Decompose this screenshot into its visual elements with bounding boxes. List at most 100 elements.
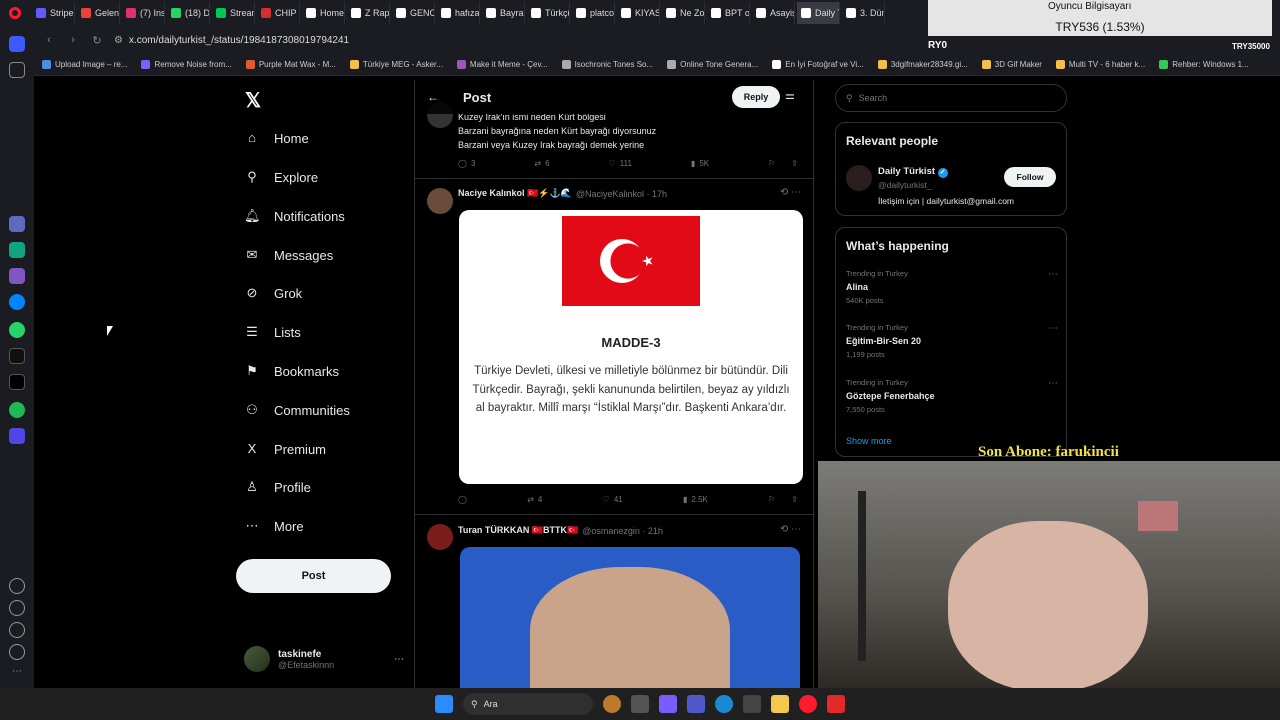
- browser-tab[interactable]: KIYAS H: [617, 2, 660, 24]
- teams-icon[interactable]: [687, 695, 705, 713]
- tweet-more-icon[interactable]: ⟲ ⋯: [780, 187, 801, 198]
- tiktok-icon[interactable]: [9, 348, 25, 364]
- browser-tab[interactable]: Türkçü F: [527, 2, 570, 24]
- repost-action[interactable]: ⇄ 6: [534, 159, 549, 168]
- avatar[interactable]: [846, 165, 872, 191]
- views-action[interactable]: ▮ 2.5K: [683, 495, 708, 504]
- trend-item[interactable]: Trending in Turkey Eğitim-Bir-Sen 20 1,1…: [846, 323, 1058, 359]
- tune-icon[interactable]: ⚌: [785, 89, 795, 102]
- tweet-more-icon[interactable]: ⟲ ⋯: [780, 524, 801, 535]
- bookmark-item[interactable]: Make it Meme - Çev...: [456, 60, 548, 69]
- spotify-icon[interactable]: [9, 402, 25, 418]
- avatar[interactable]: [427, 188, 453, 214]
- trend-item[interactable]: Trending in Turkey Alina 540K posts ⋯: [846, 269, 1058, 305]
- tweet-video[interactable]: [460, 547, 800, 688]
- trend-more-icon[interactable]: ⋯: [1048, 378, 1058, 389]
- bookmark-item[interactable]: Online Tone Genera...: [667, 60, 758, 69]
- search-input[interactable]: Search: [859, 93, 888, 103]
- app-icon[interactable]: [827, 695, 845, 713]
- heart-icon[interactable]: [9, 578, 25, 594]
- bookmark-item[interactable]: Multi TV - 6 haber k...: [1055, 60, 1145, 69]
- trend-more-icon[interactable]: ⋯: [1048, 323, 1058, 334]
- bookmark-item[interactable]: Purple Mat Wax - M...: [245, 60, 336, 69]
- back-icon[interactable]: ‹: [42, 34, 56, 46]
- browser-tab[interactable]: Bayrak N: [482, 2, 525, 24]
- browser-tab[interactable]: 3. Dünya: [842, 2, 885, 24]
- timeline[interactable]: ← Post Reply ⚌ Kuzey Irak'ın ismi neden …: [414, 80, 814, 688]
- views-action[interactable]: ▮ 5K: [691, 159, 709, 168]
- browser-tab[interactable]: Stripe E: [32, 2, 75, 24]
- author-handle[interactable]: @NaciyeKalinkol · 17h: [576, 189, 667, 199]
- aria-icon[interactable]: [9, 216, 25, 232]
- reply-action[interactable]: ◯: [458, 495, 467, 504]
- nav-item-home[interactable]: ⌂ Home: [244, 126, 309, 150]
- account-switcher[interactable]: taskinefe @Efetaskinnn ⋯: [244, 642, 404, 676]
- bulb-icon[interactable]: [9, 644, 25, 660]
- browser-tab[interactable]: GENCO: [392, 2, 435, 24]
- browser-tab[interactable]: (7) Insta: [122, 2, 165, 24]
- bookmark-action[interactable]: ⚐ ⇪: [768, 159, 798, 168]
- history-icon[interactable]: [9, 600, 25, 616]
- browser-tab[interactable]: Z Rapor: [347, 2, 390, 24]
- star-icon[interactable]: [9, 62, 25, 78]
- bookmark-action[interactable]: ⚐ ⇪: [768, 495, 798, 504]
- whatsapp-icon[interactable]: [9, 322, 25, 338]
- store-icon[interactable]: [743, 695, 761, 713]
- browser-tab[interactable]: Stream: [212, 2, 255, 24]
- browser-tab[interactable]: BPT on X: [707, 2, 750, 24]
- browser-tab[interactable]: Gelen K: [77, 2, 120, 24]
- url-field[interactable]: ⚙ x.com/dailyturkist_/status/19841873080…: [114, 35, 349, 46]
- author-name[interactable]: Turan TÜRKKAN 🇹🇷BTTK🇹🇷: [458, 525, 578, 536]
- repost-action[interactable]: ⇄ 4: [527, 495, 542, 504]
- nav-item-grok[interactable]: ⊘ Grok: [244, 281, 303, 305]
- bookmark-item[interactable]: Türkiye MEG - Asker...: [349, 60, 443, 69]
- task-view-icon[interactable]: [631, 695, 649, 713]
- nav-item-notifications[interactable]: 🔔︎ Notifications: [244, 204, 345, 228]
- x-logo-icon[interactable]: 𝕏: [245, 88, 261, 113]
- widget-icon[interactable]: [603, 695, 621, 713]
- taskbar-search[interactable]: ⚲ Ara: [463, 693, 593, 715]
- author-name[interactable]: Naciye Kalınkol 🇹🇷⚡⚓🌊: [458, 188, 572, 199]
- reply-button[interactable]: Reply: [732, 86, 780, 108]
- windows-start-icon[interactable]: [435, 695, 453, 713]
- settings-icon[interactable]: [9, 622, 25, 638]
- nav-item-lists[interactable]: ☰ Lists: [244, 320, 301, 344]
- bookmark-item[interactable]: En İyi Fotoğraf ve Vi...: [772, 60, 864, 69]
- copilot-icon[interactable]: [659, 695, 677, 713]
- nav-item-premium[interactable]: X Premium: [244, 437, 326, 461]
- browser-tab[interactable]: (18) Da: [167, 2, 210, 24]
- reply-action[interactable]: ◯ 3: [458, 159, 475, 168]
- browser-tab[interactable]: CHIP Or: [257, 2, 300, 24]
- nav-item-bookmarks[interactable]: ⚑ Bookmarks: [244, 359, 339, 383]
- bookmark-item[interactable]: Isochronic Tones So...: [561, 60, 653, 69]
- cs-icon[interactable]: [9, 268, 25, 284]
- browser-tab[interactable]: Home /: [302, 2, 345, 24]
- home-icon[interactable]: [9, 36, 25, 52]
- messenger-icon[interactable]: [9, 294, 25, 310]
- post-button[interactable]: Post: [236, 559, 391, 593]
- bookmark-item[interactable]: Rehber: Windows 1...: [1159, 60, 1249, 69]
- search-box[interactable]: ⚲ Search: [835, 84, 1067, 112]
- browser-tab[interactable]: hafıza: [437, 2, 480, 24]
- bookmark-item[interactable]: Upload Image – re...: [42, 60, 127, 69]
- trend-item[interactable]: Trending in Turkey Göztepe Fenerbahçe 7,…: [846, 378, 1058, 414]
- follow-button[interactable]: Follow: [1004, 167, 1056, 187]
- trend-more-icon[interactable]: ⋯: [1048, 269, 1058, 280]
- nav-item-communities[interactable]: ⚇ Communities: [244, 398, 350, 422]
- taskbar-search-input[interactable]: Ara: [484, 699, 498, 709]
- avatar[interactable]: [427, 524, 453, 550]
- share-icon[interactable]: ⇪: [791, 159, 798, 168]
- like-action[interactable]: ♡ 41: [603, 495, 623, 504]
- back-arrow-icon[interactable]: ←: [427, 90, 439, 104]
- browser-tab[interactable]: Asayiş E: [752, 2, 795, 24]
- nav-item-messages[interactable]: ✉ Messages: [244, 243, 334, 267]
- site-info-icon[interactable]: ⚙: [114, 35, 123, 46]
- browser-tab[interactable]: Daily Türkist on: [797, 2, 840, 24]
- tweet-image[interactable]: MADDE-3 Türkiye Devleti, ülkesi ve mille…: [459, 210, 803, 484]
- relevant-name[interactable]: Daily Türkist ✓: [878, 166, 948, 178]
- more-icon[interactable]: ⋯: [9, 666, 25, 682]
- nav-item-more[interactable]: ⋯ More: [244, 514, 304, 538]
- relevant-handle[interactable]: @dailyturkist_: [878, 180, 932, 190]
- chatgpt-icon[interactable]: [9, 242, 25, 258]
- browser-tab[interactable]: platcorn: [572, 2, 615, 24]
